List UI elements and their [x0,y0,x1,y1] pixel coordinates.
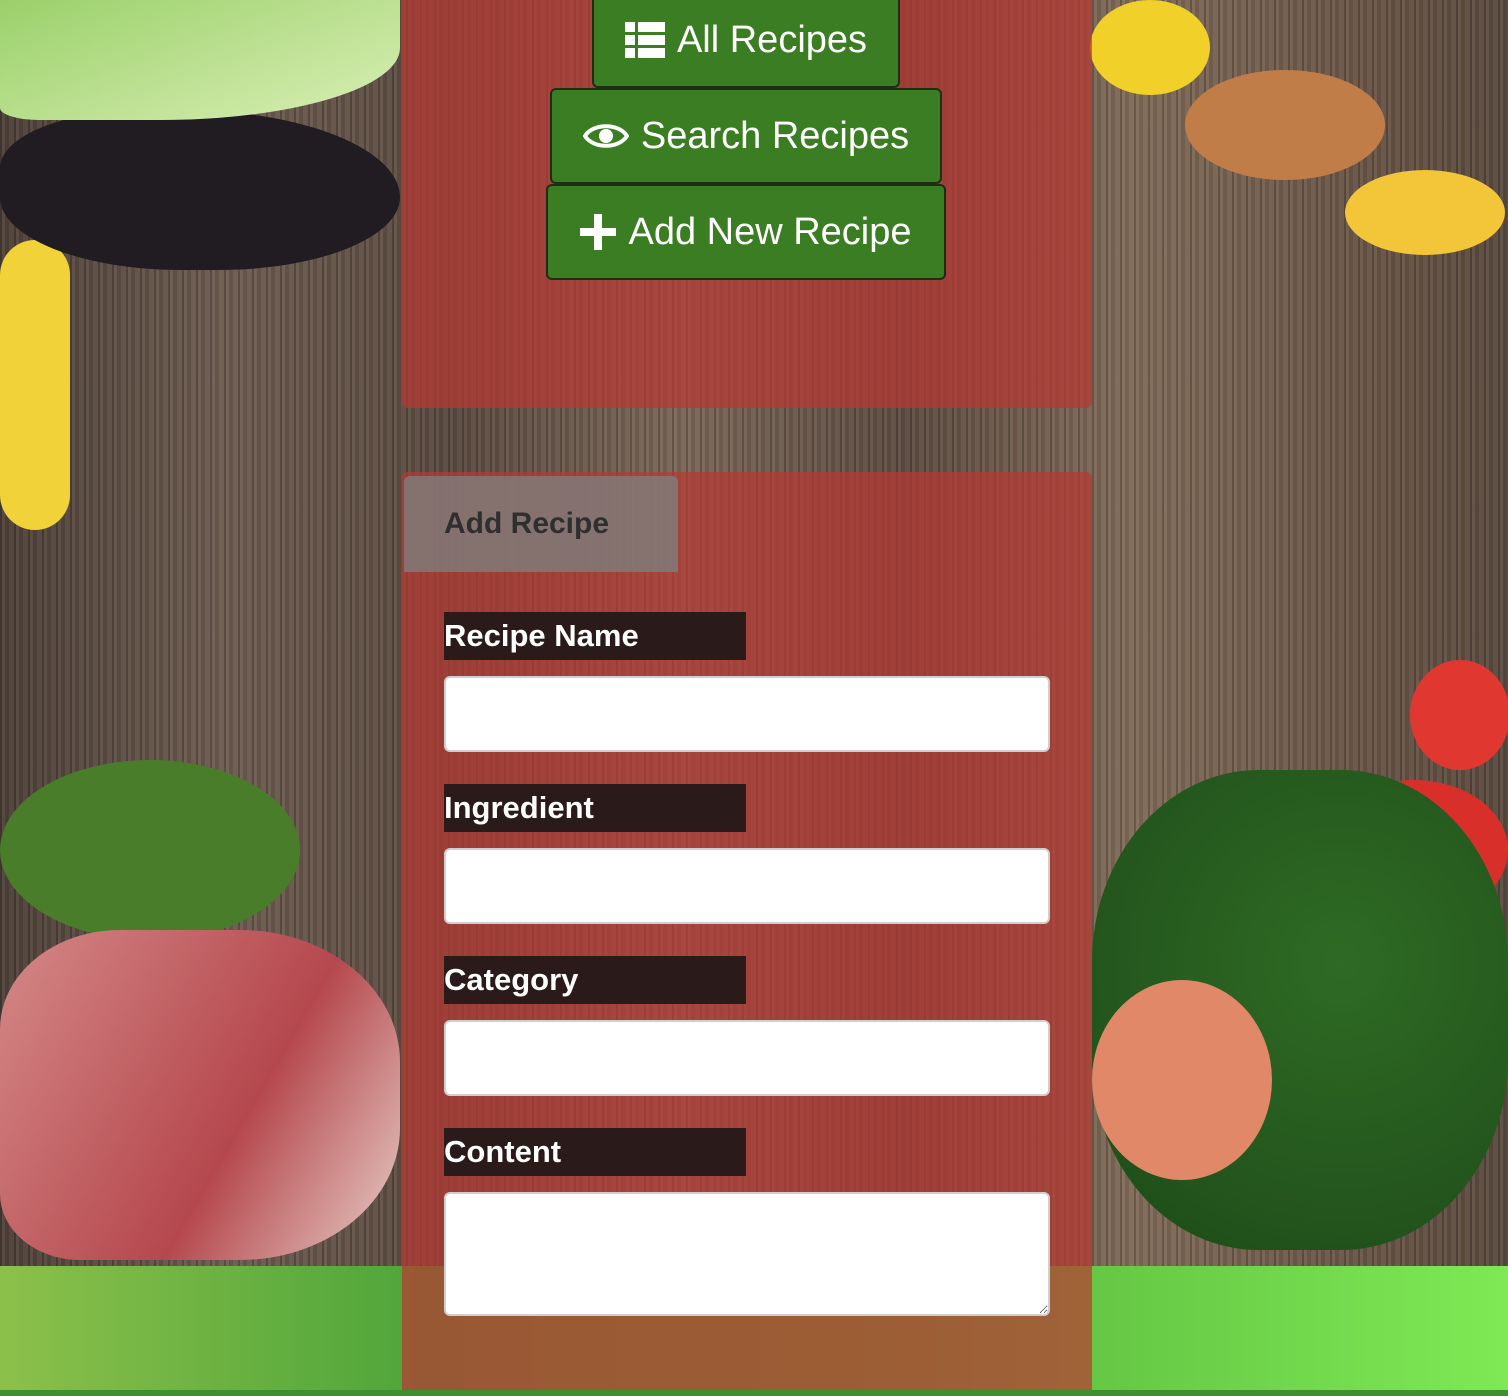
recipe-name-input[interactable] [444,676,1050,752]
add-new-recipe-label: Add New Recipe [628,210,912,253]
plus-icon [580,214,617,250]
content-label: Content [444,1128,746,1176]
lemon-decoration [1090,0,1210,95]
tab-add-recipe[interactable]: Add Recipe [404,476,678,572]
search-recipes-button[interactable]: Search Recipes [550,88,942,184]
all-recipes-button[interactable]: All Recipes [592,0,900,88]
eye-icon [582,120,629,152]
category-label: Category [444,956,746,1004]
category-input[interactable] [444,1020,1050,1096]
recipe-name-label: Recipe Name [444,612,746,660]
ingredient-label: Ingredient [444,784,746,832]
lettuce-decoration [0,760,300,940]
lemon-decoration-2 [1345,170,1505,255]
content-textarea[interactable] [444,1192,1050,1316]
corn-decoration [0,240,70,530]
list-icon [624,22,665,58]
all-recipes-label: All Recipes [676,18,868,61]
ingredient-input[interactable] [444,848,1050,924]
search-recipes-label: Search Recipes [640,114,910,157]
meat-decoration [0,930,400,1260]
spoon-decoration [1185,70,1385,180]
add-new-recipe-button[interactable]: Add New Recipe [546,184,946,280]
tomato-decoration-2 [1410,660,1508,770]
shrimp-decoration [1092,980,1272,1180]
